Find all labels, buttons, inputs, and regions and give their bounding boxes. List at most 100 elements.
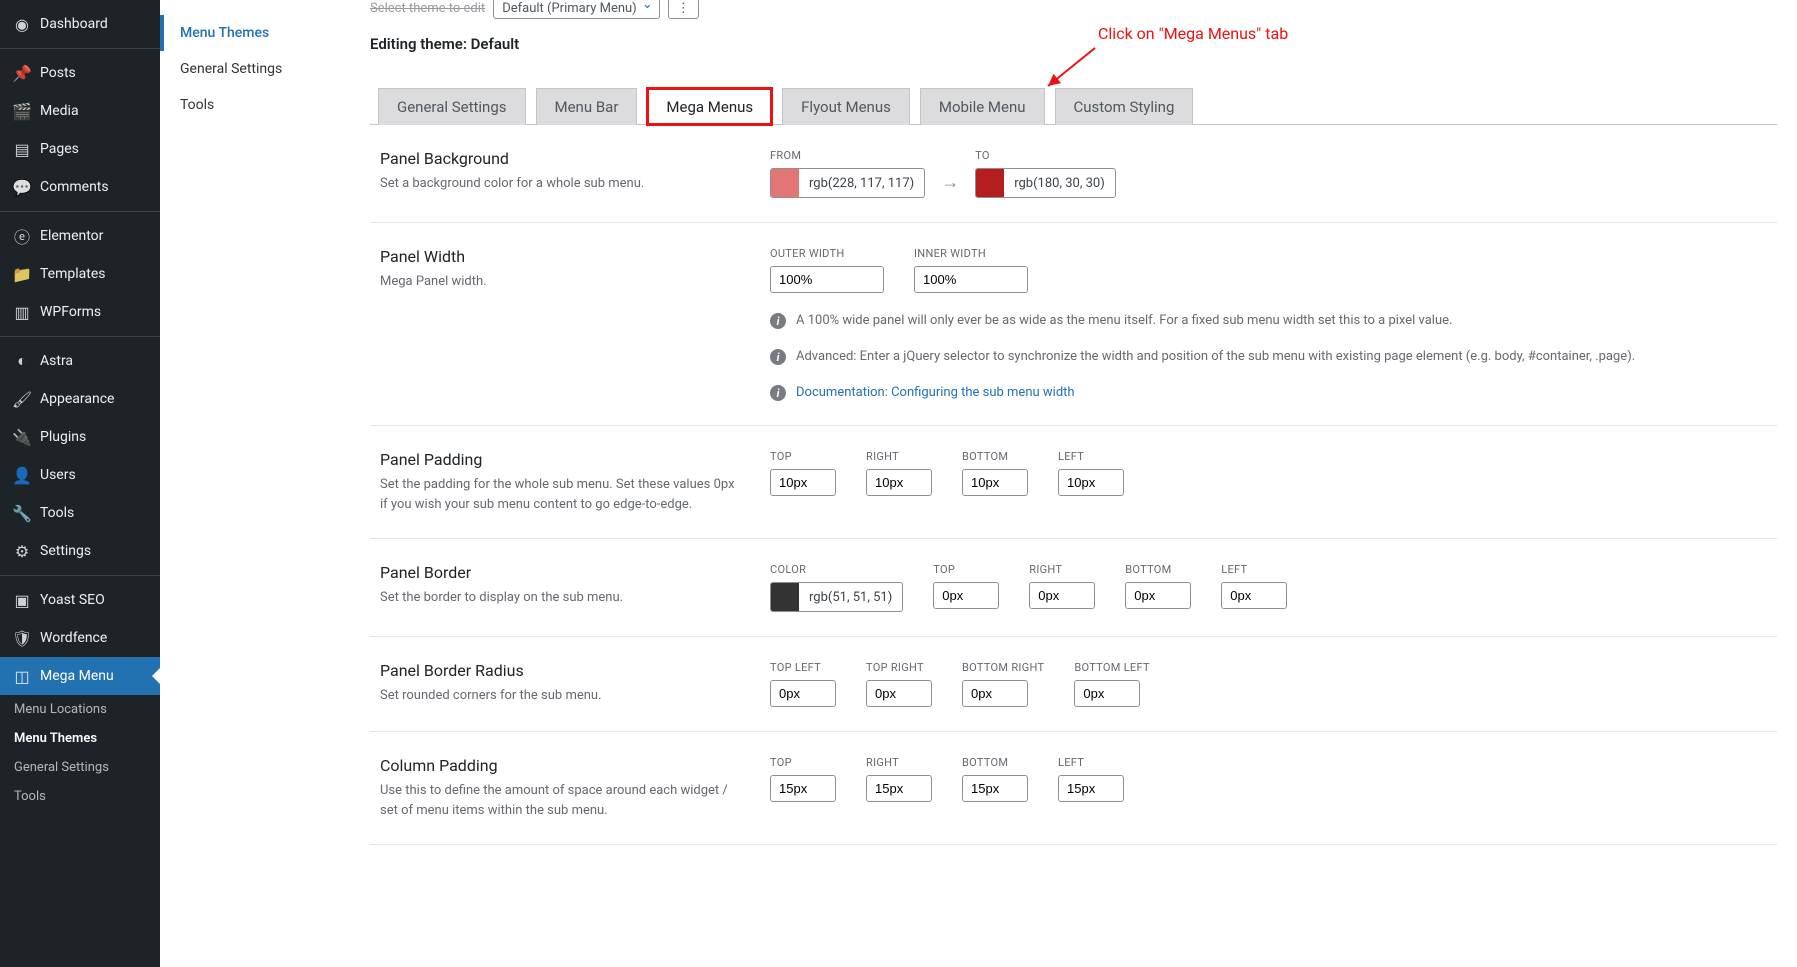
sidebar-item-label: Tools xyxy=(40,505,74,521)
sidebar-item-label: WPForms xyxy=(40,304,101,320)
sidebar-subitem-tools[interactable]: Tools xyxy=(0,782,160,811)
radius-tl-input[interactable] xyxy=(770,680,836,707)
sidebar-item-appearance[interactable]: 🖌 Appearance xyxy=(0,380,160,418)
sidebar-item-label: Dashboard xyxy=(40,16,108,32)
sidebar-item-elementor[interactable]: ⓔElementor xyxy=(0,211,160,255)
padding-left-input[interactable] xyxy=(1058,469,1124,496)
sidebar-item-tools[interactable]: 🔧Tools xyxy=(0,494,160,532)
section-column-padding: Column Padding Use this to define the am… xyxy=(370,732,1777,845)
info-icon: i xyxy=(770,313,786,329)
wp-admin-sidebar: ◉ Dashboard 📌Posts🎬Media▤Pages 💬 Comments ⓔEl… xyxy=(0,0,160,967)
users-icon: 👤 xyxy=(12,465,32,485)
sidebar-item-templates[interactable]: 📁Templates xyxy=(0,255,160,293)
doc-link[interactable]: Documentation: Configuring the sub menu … xyxy=(796,385,1075,400)
tab-general-settings[interactable]: General Settings xyxy=(378,88,526,125)
dashboard-icon: ◉ xyxy=(12,14,32,34)
section-title: Panel Background xyxy=(380,149,770,168)
sidebar-item-wpforms[interactable]: ▥ WPForms xyxy=(0,293,160,331)
padding-bottom-input[interactable] xyxy=(962,469,1028,496)
wpforms-icon: ▥ xyxy=(12,302,32,322)
padding-right-input[interactable] xyxy=(866,469,932,496)
radius-bl-input[interactable] xyxy=(1074,680,1140,707)
info-icon: i xyxy=(770,385,786,401)
sidebar-item-wordfence[interactable]: 🛡Wordfence xyxy=(0,619,160,657)
folder-icon: 📁 xyxy=(12,264,32,284)
sidebar-item-label: Comments xyxy=(40,179,109,195)
secondary-nav-menu-themes[interactable]: Menu Themes xyxy=(160,15,360,51)
sidebar-item-label: Appearance xyxy=(40,391,114,407)
section-panel-background: Panel Background Set a background color … xyxy=(370,125,1777,223)
section-title: Panel Padding xyxy=(380,450,770,469)
outer-width-input[interactable] xyxy=(770,266,884,293)
colpad-bottom-input[interactable] xyxy=(962,775,1028,802)
radius-tr-input[interactable] xyxy=(866,680,932,707)
border-bottom-input[interactable] xyxy=(1125,582,1191,609)
tab-mega-menus[interactable]: Mega Menus xyxy=(647,88,772,125)
brush-icon: 🖌 xyxy=(12,389,32,409)
sidebar-item-plugins[interactable]: 🔌Plugins xyxy=(0,418,160,456)
section-title: Panel Border Radius xyxy=(380,661,770,680)
inner-width-input[interactable] xyxy=(914,266,1028,293)
section-desc: Set the padding for the whole sub menu. … xyxy=(380,475,740,514)
sidebar-item-pages[interactable]: ▤Pages xyxy=(0,130,160,168)
section-desc: Set the border to display on the sub men… xyxy=(380,588,740,608)
sidebar-item-posts[interactable]: 📌Posts xyxy=(0,48,160,92)
color-to-input[interactable]: rgb(180, 30, 30) xyxy=(975,168,1116,198)
annotation-text: Click on "Mega Menus" tab xyxy=(1098,24,1288,43)
radius-br-input[interactable] xyxy=(962,680,1028,707)
sidebar-item-media[interactable]: 🎬Media xyxy=(0,92,160,130)
secondary-nav-general-settings[interactable]: General Settings xyxy=(160,51,360,87)
border-right-input[interactable] xyxy=(1029,582,1095,609)
tab-menu-bar[interactable]: Menu Bar xyxy=(536,88,638,125)
section-panel-width: Panel Width Mega Panel width. OUTER WIDT… xyxy=(370,223,1777,426)
info-note: iAdvanced: Enter a jQuery selector to sy… xyxy=(770,349,1767,365)
colpad-top-input[interactable] xyxy=(770,775,836,802)
from-label: FROM xyxy=(770,149,925,162)
sidebar-item-label: Pages xyxy=(40,141,79,157)
sidebar-item-dashboard[interactable]: ◉ Dashboard xyxy=(0,5,160,43)
padding-top-input[interactable] xyxy=(770,469,836,496)
select-theme-label: Select theme to edit xyxy=(370,1,485,16)
outer-width-label: OUTER WIDTH xyxy=(770,247,884,260)
sidebar-item-label: Astra xyxy=(40,353,73,369)
megamenu-icon: ◫ xyxy=(12,666,32,686)
sidebar-item-label: Wordfence xyxy=(40,630,107,646)
tab-custom-styling[interactable]: Custom Styling xyxy=(1055,88,1194,125)
pin-icon: 📌 xyxy=(12,63,32,83)
color-from-input[interactable]: rgb(228, 117, 117) xyxy=(770,168,925,198)
section-panel-padding: Panel Padding Set the padding for the wh… xyxy=(370,426,1777,539)
section-desc: Set a background color for a whole sub m… xyxy=(380,174,740,194)
info-note: i Documentation: Configuring the sub menu… xyxy=(770,385,1767,401)
sidebar-item-astra[interactable]: ◐Astra xyxy=(0,336,160,380)
sidebar-item-label: Users xyxy=(40,467,76,483)
border-left-input[interactable] xyxy=(1221,582,1287,609)
comments-icon: 💬 xyxy=(12,177,32,197)
editing-theme-heading: Editing theme: Default xyxy=(370,27,1777,88)
inner-width-label: INNER WIDTH xyxy=(914,247,1028,260)
colpad-left-input[interactable] xyxy=(1058,775,1124,802)
theme-options-button[interactable]: ⋮ xyxy=(668,0,699,19)
sidebar-item-settings[interactable]: ⚙Settings xyxy=(0,532,160,570)
border-top-input[interactable] xyxy=(933,582,999,609)
sidebar-item-label: Plugins xyxy=(40,429,86,445)
tab-mobile-menu[interactable]: Mobile Menu xyxy=(920,88,1045,125)
color-swatch-border xyxy=(771,582,799,612)
sidebar-item-yoast-seo[interactable]: ▣Yoast SEO xyxy=(0,575,160,619)
colpad-right-input[interactable] xyxy=(866,775,932,802)
section-panel-border: Panel Border Set the border to display o… xyxy=(370,539,1777,637)
sidebar-item-label: Media xyxy=(40,103,79,119)
sidebar-subitem-menu-locations[interactable]: Menu Locations xyxy=(0,695,160,724)
sidebar-item-users[interactable]: 👤 Users xyxy=(0,456,160,494)
sidebar-subitem-general-settings[interactable]: General Settings xyxy=(0,753,160,782)
secondary-nav-tools[interactable]: Tools xyxy=(160,87,360,123)
sidebar-item-label: Elementor xyxy=(40,228,103,244)
sidebar-item-mega-menu[interactable]: ◫ Mega Menu xyxy=(0,657,160,695)
sidebar-subitem-menu-themes[interactable]: Menu Themes xyxy=(0,724,160,753)
theme-select[interactable]: Default (Primary Menu) xyxy=(493,0,660,19)
border-color-input[interactable]: rgb(51, 51, 51) xyxy=(770,582,903,612)
yoast-icon: ▣ xyxy=(12,590,32,610)
sidebar-item-label: Mega Menu xyxy=(40,668,114,684)
info-note: iA 100% wide panel will only ever be as … xyxy=(770,313,1767,329)
tab-flyout-menus[interactable]: Flyout Menus xyxy=(782,88,910,125)
sidebar-item-comments[interactable]: 💬 Comments xyxy=(0,168,160,206)
